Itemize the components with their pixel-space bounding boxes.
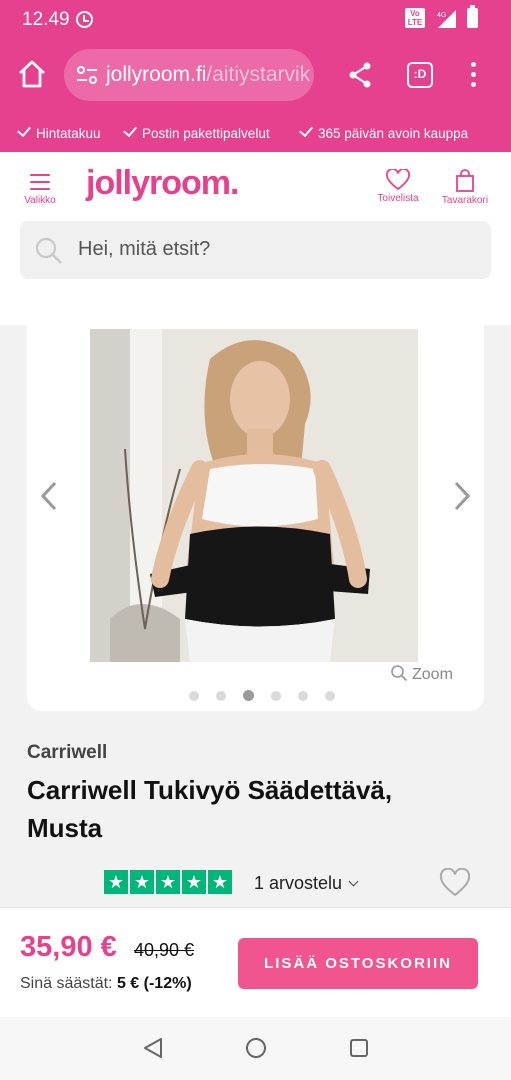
star-icon: ★: [208, 870, 232, 894]
pagination-dot[interactable]: [298, 691, 308, 701]
star-icon: ★: [104, 870, 128, 894]
site-header: Valikko jollyroom. Toivelista Tavarakori: [0, 152, 511, 218]
pagination-dot[interactable]: [325, 691, 335, 701]
alarm-icon: [76, 11, 93, 28]
zoom-button[interactable]: Zoom: [390, 664, 453, 684]
signal-icon: 4G: [437, 10, 456, 28]
wishlist-button[interactable]: Toivelista: [374, 169, 422, 204]
magnifier-icon: [391, 665, 408, 682]
recent-apps-button[interactable]: [350, 1039, 368, 1057]
chevron-down-icon: [348, 876, 359, 887]
hamburger-icon: [30, 174, 50, 190]
menu-label: Valikko: [24, 195, 56, 206]
usp-item: Hintatakuu: [17, 122, 101, 141]
browser-toolbar: jollyroom.fi/aitiystarvik :D: [0, 38, 511, 114]
site-settings-icon[interactable]: [76, 65, 98, 85]
rating-stars[interactable]: ★ ★ ★ ★ ★: [104, 870, 234, 896]
status-bar: 12.49 Vo LTE 4G: [0, 0, 511, 38]
add-to-wishlist-heart-icon[interactable]: [439, 868, 471, 898]
shopping-bag-icon: [456, 169, 474, 192]
system-navigation-bar: [0, 1017, 511, 1080]
search-icon: [35, 237, 62, 264]
gallery-pagination: [189, 688, 352, 701]
cart-label: Tavarakori: [441, 195, 489, 206]
star-icon: ★: [156, 870, 180, 894]
check-icon: [17, 122, 31, 138]
next-image-arrow[interactable]: [451, 480, 473, 512]
wishlist-label: Toivelista: [377, 193, 419, 204]
status-time: 12.49: [22, 9, 70, 30]
search-input[interactable]: Hei, mitä etsit?: [20, 221, 491, 279]
address-bar[interactable]: jollyroom.fi/aitiystarvik: [64, 49, 314, 101]
previous-image-arrow[interactable]: [38, 480, 60, 512]
product-brand[interactable]: Carriwell: [27, 742, 107, 764]
menu-button[interactable]: Valikko: [20, 174, 60, 206]
home-icon[interactable]: [16, 58, 48, 90]
back-icon[interactable]: [142, 1037, 164, 1059]
usp-item: Postin pakettipalvelut: [123, 122, 270, 141]
heart-icon: [386, 169, 410, 191]
saving-text: Sinä säästät: 5 € (-12%): [20, 975, 192, 992]
tab-switcher-button[interactable]: :D: [407, 62, 433, 88]
check-icon: [299, 122, 313, 138]
star-icon: ★: [130, 870, 154, 894]
usp-bar: Hintatakuu Postin pakettipalvelut 365 pä…: [0, 114, 511, 152]
pagination-dot[interactable]: [189, 691, 199, 701]
check-icon: [123, 122, 137, 138]
pagination-dot[interactable]: [216, 691, 226, 701]
add-to-cart-button[interactable]: LISÄÄ OSTOSKORIIN: [238, 938, 478, 989]
original-price: 40,90 €: [134, 940, 195, 960]
trustpilot-stars: ★ ★ ★ ★ ★: [104, 870, 234, 894]
url-text: jollyroom.fi/aitiystarvik: [106, 63, 311, 86]
volte-icon: Vo LTE: [405, 8, 425, 28]
product-image[interactable]: [90, 329, 418, 662]
search-placeholder: Hei, mitä etsit?: [78, 238, 211, 260]
battery-icon: [467, 5, 478, 28]
cart-button[interactable]: Tavarakori: [438, 169, 492, 206]
current-price: 35,90 €: [20, 931, 117, 963]
zoom-label: Zoom: [412, 666, 453, 683]
purchase-bar: 35,90 € 40,90 € Sinä säästät: 5 € (-12%)…: [0, 907, 511, 1017]
reviews-link[interactable]: 1 arvostelu: [254, 873, 359, 894]
site-logo[interactable]: jollyroom.: [86, 164, 239, 203]
share-icon[interactable]: [347, 61, 373, 89]
product-title: Carriwell Tukivyö Säädettävä, Musta: [27, 775, 393, 843]
pagination-dot[interactable]: [271, 691, 281, 701]
home-button[interactable]: [246, 1038, 266, 1058]
usp-item: 365 päivän avoin kauppa: [299, 122, 468, 141]
star-icon: ★: [182, 870, 206, 894]
more-options-icon[interactable]: [466, 62, 480, 90]
pagination-dot-active[interactable]: [243, 690, 254, 701]
svg-text:4G: 4G: [437, 12, 446, 19]
